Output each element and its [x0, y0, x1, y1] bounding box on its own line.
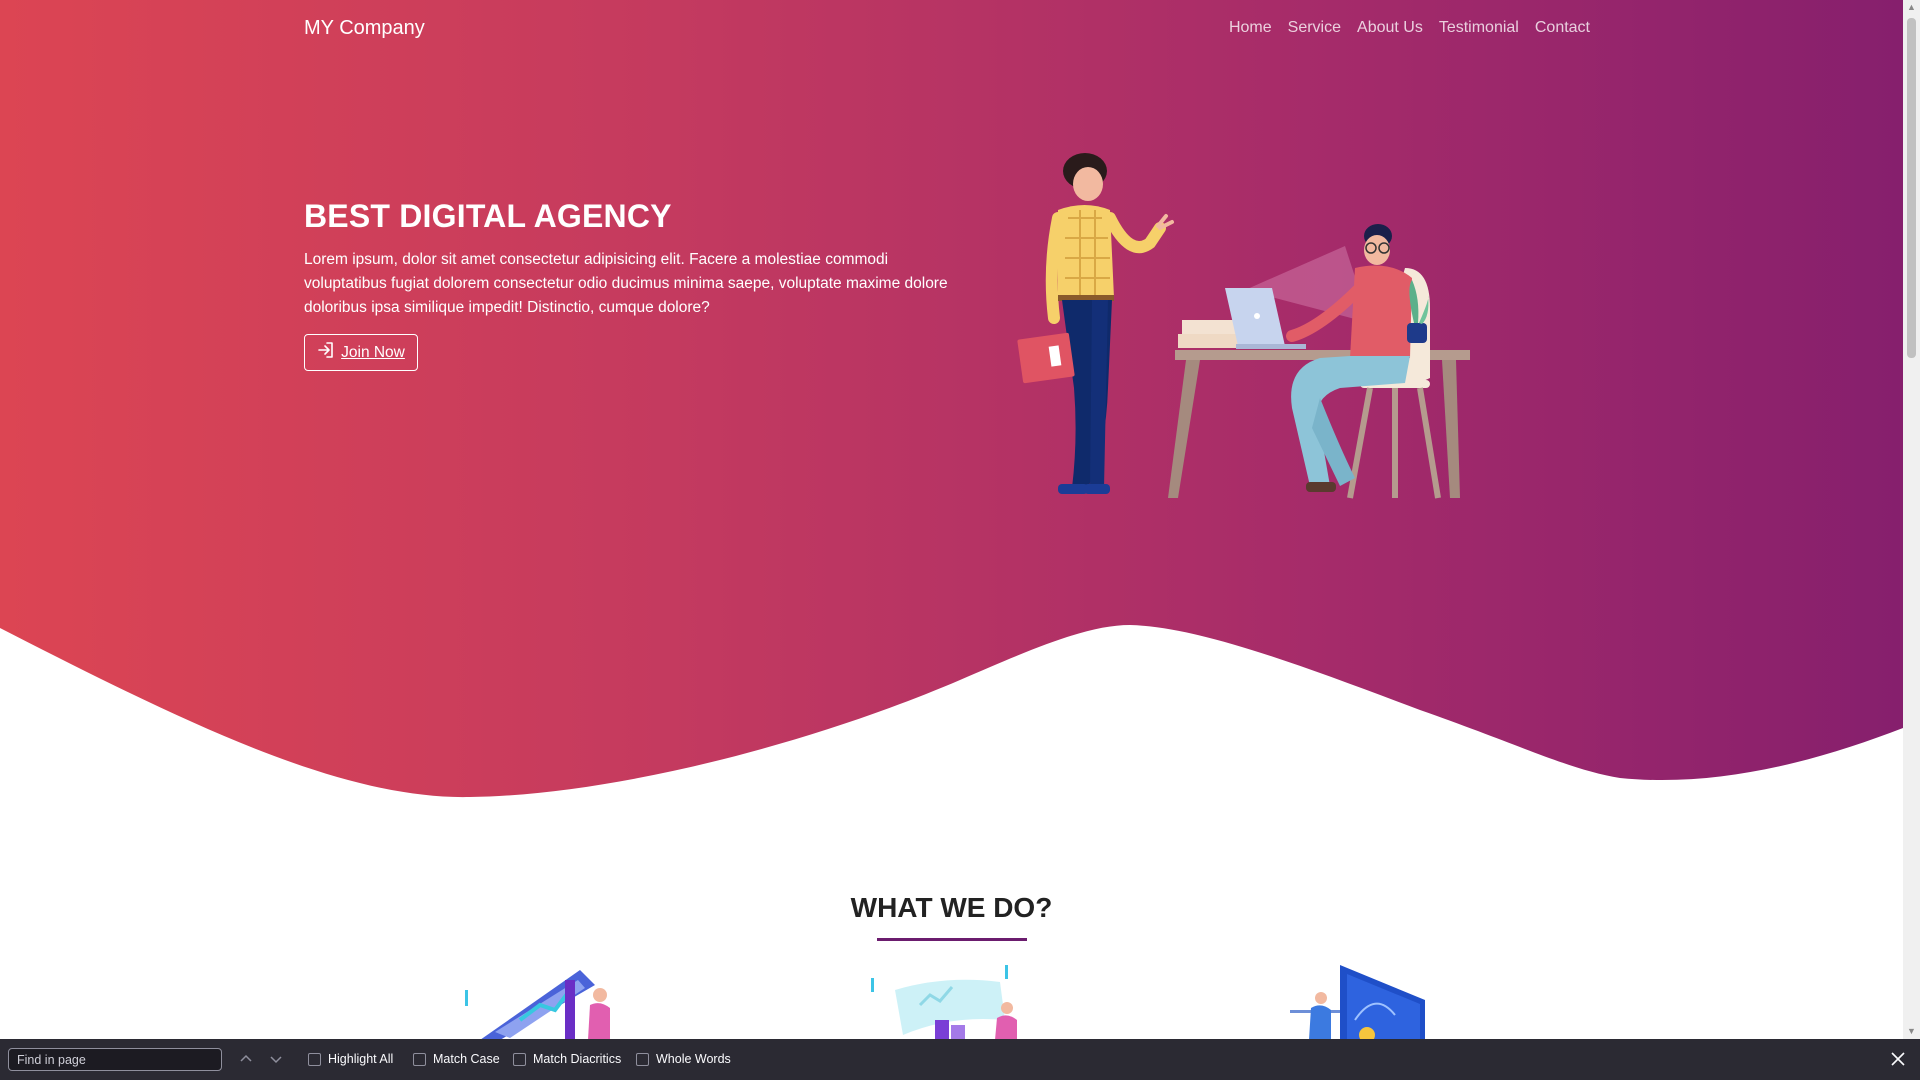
hero-description: Lorem ipsum, dolor sit amet consectetur …	[304, 251, 948, 316]
find-next-icon[interactable]	[268, 1051, 284, 1067]
hero-section: MY Company Home Service About Us Testimo…	[0, 0, 1903, 810]
whole-words-label: Whole Words	[656, 1052, 731, 1066]
highlight-all-checkbox[interactable]	[308, 1052, 321, 1066]
scroll-down-icon[interactable]: ▼	[1907, 1027, 1916, 1036]
find-in-page-bar: Highlight All Match Case Match Diacritic…	[0, 1039, 1920, 1080]
whole-words-checkbox[interactable]	[636, 1052, 649, 1066]
nav-about-us[interactable]: About Us	[1357, 19, 1423, 37]
join-now-label: Join Now	[341, 343, 405, 361]
close-find-bar-icon[interactable]	[1889, 1050, 1907, 1068]
nav-testimonial[interactable]: Testimonial	[1439, 19, 1519, 37]
nav-home[interactable]: Home	[1229, 19, 1272, 37]
main-nav: Home Service About Us Testimonial Contac…	[1229, 19, 1590, 37]
service-presentation-illustration	[1290, 965, 1425, 1039]
page-viewport: MY Company Home Service About Us Testimo…	[0, 0, 1903, 1039]
nav-contact[interactable]: Contact	[1535, 19, 1590, 37]
match-case-option[interactable]: Match Case	[413, 1052, 500, 1066]
sign-in-icon	[317, 341, 335, 364]
vertical-scrollbar[interactable]: ▲ ▼	[1903, 0, 1920, 1039]
highlight-all-label: Highlight All	[328, 1052, 394, 1066]
match-diacritics-option[interactable]: Match Diacritics	[513, 1052, 621, 1066]
whole-words-option[interactable]: Whole Words	[636, 1052, 731, 1066]
find-input[interactable]	[8, 1048, 222, 1071]
title-underline	[877, 938, 1027, 941]
match-case-checkbox[interactable]	[413, 1052, 426, 1066]
nav-service[interactable]: Service	[1288, 19, 1341, 37]
match-diacritics-label: Match Diacritics	[533, 1052, 622, 1066]
office-workers-illustration	[1017, 153, 1470, 499]
hero-title: BEST DIGITAL AGENCY	[304, 198, 672, 234]
highlight-all-option[interactable]: Highlight All	[308, 1052, 393, 1066]
service-dashboard-illustration	[871, 965, 1017, 1039]
scrollbar-thumb[interactable]	[1907, 18, 1916, 358]
scroll-up-icon[interactable]: ▲	[1907, 3, 1916, 12]
find-previous-icon[interactable]	[238, 1051, 254, 1067]
hero-wave-divider	[0, 625, 1903, 810]
brand-logo[interactable]: MY Company	[304, 17, 425, 40]
join-now-button[interactable]: Join Now	[304, 334, 418, 371]
match-case-label: Match Case	[433, 1052, 500, 1066]
service-analytics-illustration	[465, 970, 610, 1039]
match-diacritics-checkbox[interactable]	[513, 1052, 526, 1066]
section-title: WHAT WE DO?	[850, 892, 1053, 923]
